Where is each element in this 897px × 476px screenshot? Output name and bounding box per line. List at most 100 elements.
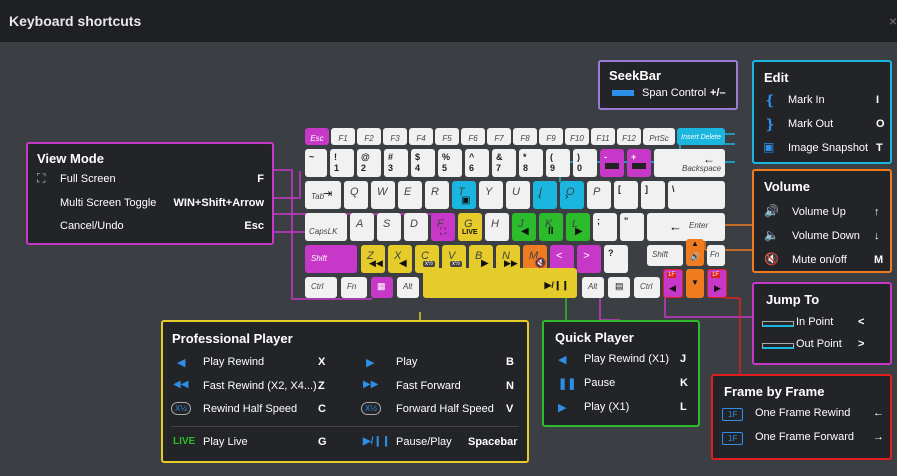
key-lbracket: [ bbox=[614, 181, 638, 209]
key-e: E bbox=[398, 181, 422, 209]
key-quote: " bbox=[620, 213, 644, 241]
frame-by-frame-title: Frame by Frame bbox=[724, 384, 825, 399]
key-ctrl: Ctrl bbox=[305, 277, 337, 298]
key-alt: Alt bbox=[397, 277, 419, 298]
key-minus: - bbox=[600, 149, 624, 177]
volume-down-icon: 🔈 bbox=[764, 228, 779, 242]
key-l: L ▶ bbox=[566, 213, 590, 241]
jump-to-title: Jump To bbox=[766, 292, 820, 307]
frame-by-frame-panel: Frame by Frame 1F One Frame Rewind ← 1F … bbox=[711, 374, 892, 460]
volume-row-key: ↑ bbox=[874, 206, 880, 218]
window-title: Keyboard shortcuts bbox=[9, 13, 142, 29]
key-tilde: ~ bbox=[305, 149, 327, 177]
key-q: Q bbox=[344, 181, 368, 209]
pro-row-label: Pause/Play bbox=[396, 436, 452, 448]
quick-player-row-label: Pause bbox=[584, 377, 616, 389]
pause-icon: ❚❚ bbox=[558, 378, 577, 390]
play-rewind-icon: ◀ bbox=[177, 357, 186, 369]
pro-row-label: Fast Rewind (X2, X4...) bbox=[203, 380, 317, 392]
quick-player-title: Quick Player bbox=[555, 330, 634, 345]
frame-forward-icon: 1F bbox=[722, 432, 744, 445]
jump-to-panel: Jump To In Point < Out Point > bbox=[752, 282, 892, 365]
view-mode-row-key: F bbox=[257, 173, 264, 185]
edit-row-label: Image Snapshot bbox=[788, 142, 869, 154]
jump-to-row-label: In Point bbox=[796, 316, 834, 328]
key-esc: Esc bbox=[305, 128, 329, 145]
key-arrow-up: ▲ 🔊 bbox=[686, 239, 704, 266]
quick-player-panel: Quick Player ◀ Play Rewind (X1) J ❚❚ Pau… bbox=[542, 320, 700, 427]
key-i: I ‹ bbox=[533, 181, 557, 209]
key-a: A bbox=[350, 213, 374, 241]
play-icon: ▶ bbox=[366, 357, 375, 369]
pro-row-label: Fast Forward bbox=[396, 380, 461, 392]
pro-row-key: V bbox=[506, 403, 514, 415]
view-mode-title: View Mode bbox=[37, 151, 104, 166]
key-tab: Tab ⇥ bbox=[305, 181, 341, 209]
key-f: F ⛶ bbox=[431, 213, 455, 241]
pro-row-label: Play Rewind bbox=[203, 356, 265, 368]
edit-row-label: Mark In bbox=[788, 94, 825, 106]
seekbar-label: Span Control bbox=[642, 87, 707, 99]
play-pause-icon: ▶/❙❙ bbox=[363, 436, 391, 447]
key-k: K II bbox=[539, 213, 563, 241]
edit-row-label: Mark Out bbox=[788, 118, 834, 130]
rewind-half-icon: X½ bbox=[171, 402, 192, 415]
pro-row-label: Forward Half Speed bbox=[396, 403, 494, 415]
key-capslock: CapsLK bbox=[305, 213, 347, 241]
key-rbracket: ] bbox=[641, 181, 665, 209]
key-s: S bbox=[377, 213, 401, 241]
key-right-ctrl: Ctrl bbox=[634, 277, 660, 298]
play-rewind-icon: ◀ bbox=[558, 354, 567, 366]
seekbar-panel: SeekBar Span Control +/– bbox=[598, 60, 738, 110]
mark-in-icon: ❴ bbox=[764, 92, 776, 108]
pro-row-key: N bbox=[506, 380, 514, 392]
key-9: (9 bbox=[546, 149, 570, 177]
camera-icon: ▣ bbox=[461, 195, 471, 206]
out-point-icon bbox=[762, 343, 794, 349]
mute-icon: 🔇 bbox=[764, 252, 779, 266]
key-f5: F5 bbox=[435, 128, 459, 145]
pro-row-key: Z bbox=[318, 380, 325, 392]
volume-up-icon: 🔊 bbox=[764, 204, 779, 218]
pro-row-label: Play Live bbox=[203, 436, 248, 448]
key-h: H bbox=[485, 213, 509, 241]
pro-row-key: C bbox=[318, 403, 326, 415]
pro-row-label: Rewind Half Speed bbox=[203, 403, 298, 415]
view-mode-row-key: WIN+Shift+Arrow bbox=[173, 197, 264, 209]
frame-row-label: One Frame Forward bbox=[755, 431, 855, 443]
view-mode-row-label: Cancel/Undo bbox=[60, 220, 124, 232]
key-x: X ◀ bbox=[388, 245, 412, 273]
frame-row-key: ← bbox=[873, 407, 884, 419]
volume-panel: Volume 🔊 Volume Up ↑ 🔈 Volume Down ↓ 🔇 M… bbox=[752, 169, 892, 273]
edit-row-key: I bbox=[876, 94, 880, 106]
key-u: U bbox=[506, 181, 530, 209]
view-mode-row-label: Full Screen bbox=[60, 173, 116, 185]
play-icon: ▶ bbox=[558, 402, 567, 414]
key-prtsc: PrtSc bbox=[643, 128, 675, 145]
key-right-shift: Shift bbox=[647, 245, 683, 266]
span-control-icon bbox=[612, 90, 634, 96]
seekbar-title: SeekBar bbox=[609, 68, 662, 83]
close-icon[interactable]: × bbox=[889, 13, 897, 29]
key-8: * 8 bbox=[519, 149, 543, 177]
key-t: T ▣ bbox=[452, 181, 476, 209]
key-2: @2 bbox=[357, 149, 381, 177]
volume-row-label: Volume Down bbox=[792, 230, 860, 242]
key-f9: F9 bbox=[539, 128, 563, 145]
title-bar: Keyboard shortcuts × bbox=[0, 0, 897, 42]
key-gt: > bbox=[577, 245, 601, 273]
key-f12: F12 bbox=[617, 128, 641, 145]
fast-rewind-icon: ◀◀ bbox=[173, 379, 189, 390]
key-f4: F4 bbox=[409, 128, 433, 145]
pro-row-key: X bbox=[318, 356, 326, 368]
key-f1: F1 bbox=[331, 128, 355, 145]
key-3: #3 bbox=[384, 149, 408, 177]
key-z: Z ◀◀ bbox=[361, 245, 385, 273]
volume-title: Volume bbox=[764, 179, 810, 194]
key-r: R bbox=[425, 181, 449, 209]
frame-row-key: → bbox=[873, 431, 884, 443]
quick-player-row-label: Play (X1) bbox=[584, 401, 630, 413]
edit-title: Edit bbox=[764, 70, 789, 85]
key-arrow-right: 1F ▶ bbox=[707, 269, 727, 298]
edit-row-key: O bbox=[876, 118, 885, 130]
